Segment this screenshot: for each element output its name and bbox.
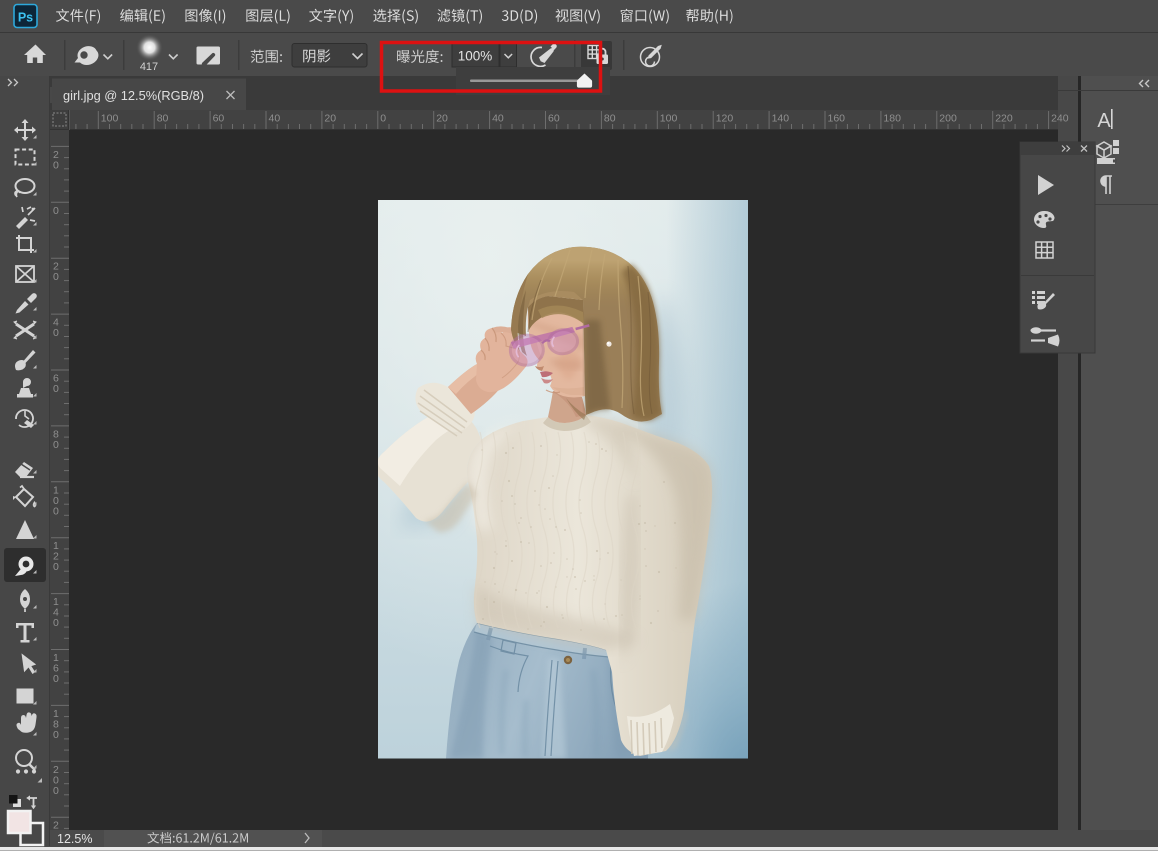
svg-text:80: 80: [604, 113, 616, 125]
svg-text:40: 40: [269, 113, 281, 125]
svg-text:0: 0: [53, 505, 59, 517]
svg-text:0: 0: [53, 383, 59, 395]
svg-text:60: 60: [213, 113, 225, 125]
svg-text:180: 180: [883, 113, 901, 125]
svg-text:0: 0: [53, 561, 59, 573]
svg-text:80: 80: [157, 113, 169, 125]
svg-text:240: 240: [1051, 113, 1069, 125]
svg-text:417: 417: [140, 61, 158, 73]
svg-text:0: 0: [53, 785, 59, 797]
svg-text:girl.jpg @ 12.5%(RGB/8): girl.jpg @ 12.5%(RGB/8): [63, 88, 204, 103]
svg-text:0: 0: [53, 729, 59, 741]
svg-text:2: 2: [53, 820, 59, 832]
svg-text:100: 100: [101, 113, 119, 125]
svg-text:100%: 100%: [458, 49, 493, 64]
svg-text:20: 20: [324, 113, 336, 125]
svg-text:0: 0: [53, 327, 59, 339]
svg-text:A: A: [1097, 110, 1111, 132]
svg-text:0: 0: [53, 673, 59, 685]
svg-text:20: 20: [436, 113, 448, 125]
svg-text:120: 120: [716, 113, 734, 125]
svg-text:Ps: Ps: [18, 11, 33, 25]
svg-text:0: 0: [53, 617, 59, 629]
svg-text:0: 0: [53, 205, 59, 217]
svg-text:0: 0: [380, 113, 386, 125]
svg-text:220: 220: [995, 113, 1013, 125]
svg-text:160: 160: [828, 113, 846, 125]
svg-text:0: 0: [53, 159, 59, 171]
svg-text:100: 100: [660, 113, 678, 125]
svg-text:0: 0: [53, 439, 59, 451]
svg-text:200: 200: [939, 113, 957, 125]
svg-text:0: 0: [53, 271, 59, 283]
svg-text:140: 140: [772, 113, 790, 125]
svg-text:60: 60: [548, 113, 560, 125]
svg-text:12.5%: 12.5%: [57, 832, 92, 846]
svg-text:40: 40: [492, 113, 504, 125]
